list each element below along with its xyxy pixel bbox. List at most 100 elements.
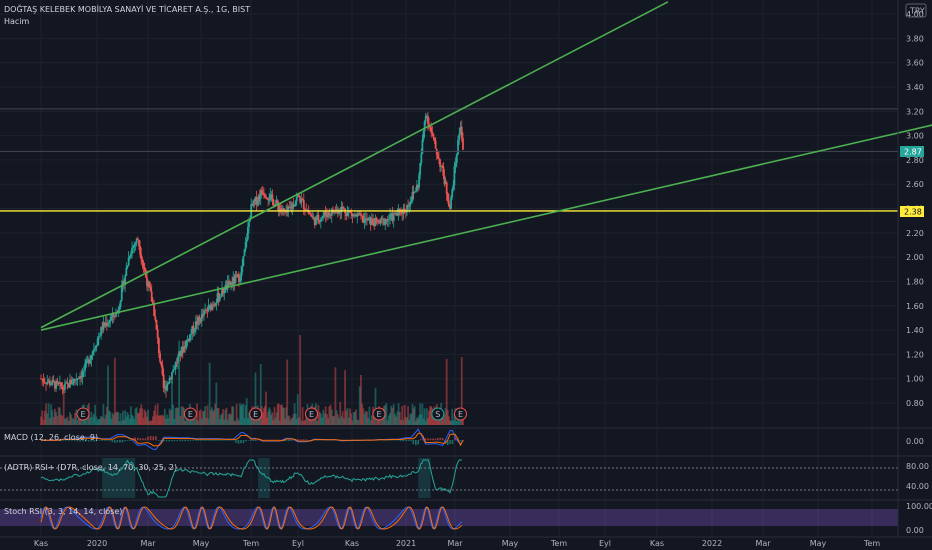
candle-body — [245, 239, 248, 242]
candle-body — [134, 243, 137, 246]
time-tick-label: Kas — [34, 539, 48, 548]
macd-histogram-bar — [155, 436, 157, 441]
candle-body — [308, 212, 311, 215]
candle-body — [157, 338, 160, 354]
stoch-band — [0, 509, 898, 526]
macd-histogram-bar — [98, 440, 101, 441]
macd-histogram-bar — [227, 440, 230, 441]
candle-body — [155, 319, 158, 330]
indicator-tick-label: 0.00 — [906, 437, 924, 446]
candle-body — [279, 208, 282, 210]
price-tick-label: 2.20 — [906, 229, 924, 238]
rsi-label[interactable]: (ADTR) RSI+ (D7R, close, 14, 70, 30, 25,… — [4, 463, 177, 472]
macd-histogram-bar — [103, 440, 106, 441]
candle-body — [120, 286, 123, 301]
candle-body — [171, 372, 173, 380]
price-tick-label: 1.80 — [906, 277, 924, 286]
candle-body — [293, 204, 296, 207]
macd-histogram-bar — [399, 440, 402, 442]
candle-body — [462, 138, 464, 150]
macd-label[interactable]: MACD (12, 26, close, 9) — [4, 433, 98, 442]
candle-body — [256, 200, 259, 205]
stoch-rsi-label[interactable]: Stoch RSI (3, 3, 14, 14, close) — [4, 507, 122, 516]
macd-histogram-bar — [147, 436, 149, 441]
macd-histogram-bar — [205, 440, 207, 441]
macd-histogram-bar — [111, 440, 114, 443]
candle-body — [384, 221, 387, 225]
macd-histogram-bar — [235, 440, 237, 443]
candle-body — [148, 281, 151, 288]
macd-histogram-bar — [269, 439, 271, 441]
chart-canvas[interactable]: EEEEESE 4.003.803.603.403.203.002.802.60… — [0, 0, 932, 550]
macd-histogram-bar — [202, 440, 205, 441]
candle-body — [91, 351, 94, 356]
indicator-tick-label: 100.00 — [906, 502, 932, 511]
candle-body — [414, 190, 417, 192]
candle-body — [215, 302, 218, 306]
earnings-marker-text: E — [253, 410, 258, 419]
macd-histogram-bar — [129, 440, 131, 441]
price-tick-label: 1.00 — [906, 375, 924, 384]
candle-body — [99, 335, 101, 337]
price-tick-label: 0.80 — [906, 399, 924, 408]
macd-histogram-bar — [119, 440, 121, 443]
time-tick-label: May — [810, 539, 827, 548]
macd-histogram-bar — [391, 440, 394, 441]
candle-body — [71, 383, 74, 385]
candle-body — [193, 329, 196, 333]
candle-body — [139, 246, 141, 255]
candle-body — [84, 363, 86, 371]
rsi-highlight-zone — [258, 458, 270, 498]
candle-body — [108, 322, 111, 324]
candle-body — [97, 336, 100, 339]
candle-body — [433, 137, 436, 141]
macd-histogram-bar — [271, 439, 273, 441]
candle-body — [95, 345, 98, 348]
macd-histogram-bar — [305, 439, 307, 441]
macd-histogram-bar — [449, 440, 451, 444]
candle-body — [138, 239, 140, 247]
candle-body — [90, 355, 93, 360]
candle-body — [242, 256, 245, 267]
candle-body — [82, 370, 85, 372]
candle-body — [302, 200, 305, 209]
macd-histogram-bar — [173, 440, 176, 442]
macd-histogram-bar — [215, 440, 217, 441]
stoch-rsi-pane[interactable] — [0, 506, 898, 530]
volume-label[interactable]: Hacim — [4, 17, 30, 26]
candle-body — [149, 287, 152, 292]
candle-body — [427, 115, 429, 124]
symbol-title[interactable]: DOĞTAŞ KELEBEK MOBİLYA SANAYİ VE TİCARET… — [4, 3, 250, 14]
candle-body — [410, 200, 413, 203]
macd-histogram-bar — [186, 440, 189, 442]
macd-histogram-bar — [264, 439, 266, 441]
candle-body — [61, 386, 64, 390]
candle-body — [46, 381, 49, 385]
macd-histogram-bar — [247, 440, 250, 441]
candle-body — [420, 153, 423, 164]
candle-body — [422, 131, 425, 140]
macd-histogram-bar — [207, 440, 210, 441]
macd-histogram-bar — [114, 440, 116, 443]
candle-body — [142, 262, 145, 268]
earnings-marker-text: E — [458, 410, 463, 419]
candle-body — [130, 253, 132, 257]
macd-histogram-bar — [217, 440, 220, 441]
time-tick-label: Mar — [755, 539, 771, 548]
macd-histogram-bar — [417, 440, 420, 445]
candle-body — [431, 131, 434, 134]
candle-body — [131, 247, 133, 254]
candle-body — [418, 174, 421, 188]
candle-body — [153, 303, 155, 317]
macd-histogram-bar — [194, 440, 197, 441]
macd-histogram-bar — [432, 438, 434, 441]
candle-body — [110, 316, 113, 321]
candle-body — [94, 347, 97, 350]
currency-label: TRY — [909, 7, 925, 16]
candle-body — [436, 154, 439, 159]
macd-histogram-bar — [225, 440, 227, 441]
candle-body — [460, 126, 463, 139]
macd-histogram-bar — [232, 440, 235, 441]
candle-body — [328, 212, 331, 215]
macd-histogram-bar — [242, 440, 245, 444]
